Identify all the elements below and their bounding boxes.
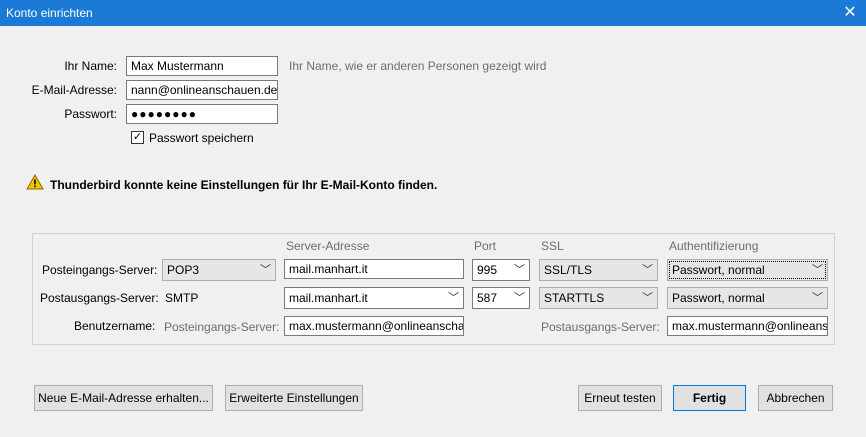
close-icon[interactable]: ✕ (840, 3, 860, 23)
column-header-port: Port (474, 239, 497, 253)
outgoing-ssl-value: STARTTLS (544, 291, 605, 305)
warning-icon (26, 174, 44, 190)
warning-text: Thunderbird konnte keine Einstellungen f… (50, 178, 438, 192)
incoming-port-combo[interactable]: 995 ﹀ (472, 259, 530, 281)
incoming-auth-value: Passwort, normal (672, 263, 765, 277)
chevron-down-icon: ﹀ (514, 292, 525, 304)
incoming-ssl-value: SSL/TLS (544, 263, 593, 277)
chevron-down-icon: ﹀ (514, 264, 525, 276)
outgoing-address-value: mail.manhart.it (289, 291, 368, 305)
incoming-server-label: Posteingangs-Server: (42, 263, 158, 277)
incoming-protocol-value: POP3 (167, 263, 200, 277)
username-outgoing-label: Postausgangs-Server: (541, 320, 660, 334)
window-title: Konto einrichten (6, 6, 93, 20)
cancel-button[interactable]: Abbrechen (758, 385, 833, 411)
outgoing-username-field[interactable]: max.mustermann@onlineans (667, 316, 828, 336)
password-label: Passwort: (64, 107, 117, 121)
remember-password-checkbox[interactable]: ✓ (131, 131, 144, 144)
chevron-down-icon: ﹀ (642, 264, 653, 276)
outgoing-protocol: SMTP (165, 291, 199, 305)
name-hint: Ihr Name, wie er anderen Personen gezeig… (289, 59, 547, 73)
advanced-settings-button[interactable]: Erweiterte Einstellungen (225, 385, 363, 411)
column-header-ssl: SSL (541, 239, 564, 253)
incoming-address-field[interactable]: mail.manhart.it (284, 259, 464, 279)
column-header-address: Server-Adresse (286, 239, 370, 253)
email-field[interactable]: nann@onlineanschauen.de (126, 80, 278, 100)
incoming-ssl-select[interactable]: SSL/TLS ﹀ (539, 259, 658, 281)
chevron-down-icon: ﹀ (642, 292, 653, 304)
new-email-address-button[interactable]: Neue E-Mail-Adresse erhalten... (34, 385, 213, 411)
outgoing-auth-select[interactable]: Passwort, normal ﹀ (667, 287, 828, 309)
remember-password-label: Passwort speichern (149, 131, 254, 145)
outgoing-address-combo[interactable]: mail.manhart.it ﹀ (284, 287, 464, 309)
column-header-auth: Authentifizierung (669, 239, 759, 253)
chevron-down-icon: ﹀ (812, 292, 823, 304)
chevron-down-icon: ﹀ (812, 264, 823, 276)
chevron-down-icon: ﹀ (260, 264, 271, 276)
outgoing-port-combo[interactable]: 587 ﹀ (472, 287, 530, 309)
name-field[interactable]: Max Mustermann (126, 56, 278, 76)
chevron-down-icon: ﹀ (448, 292, 459, 304)
email-label: E-Mail-Adresse: (31, 83, 117, 97)
outgoing-auth-value: Passwort, normal (672, 291, 765, 305)
username-label: Benutzername: (74, 319, 156, 333)
retest-button[interactable]: Erneut testen (578, 385, 662, 411)
title-bar: Konto einrichten ✕ (0, 0, 866, 26)
incoming-protocol-select[interactable]: POP3 ﹀ (162, 259, 276, 281)
incoming-username-field[interactable]: max.mustermann@onlineanscha (284, 316, 464, 336)
outgoing-port-value: 587 (477, 291, 498, 305)
incoming-port-value: 995 (477, 263, 498, 277)
outgoing-server-label: Postausgangs-Server: (40, 291, 159, 305)
username-incoming-label: Posteingangs-Server: (164, 320, 280, 334)
done-button[interactable]: Fertig (673, 385, 746, 411)
outgoing-ssl-select[interactable]: STARTTLS ﹀ (539, 287, 658, 309)
password-field[interactable]: ●●●●●●●● (126, 104, 278, 124)
incoming-auth-select[interactable]: Passwort, normal ﹀ (667, 259, 828, 281)
name-label: Ihr Name: (64, 59, 117, 73)
